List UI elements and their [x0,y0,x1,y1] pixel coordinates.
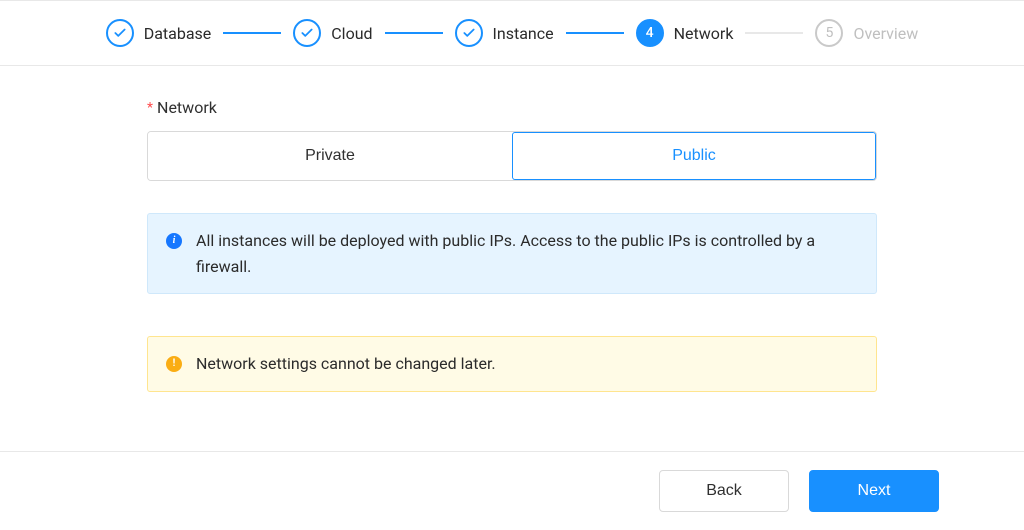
network-type-selector: Private Public [147,131,877,181]
step-label: Cloud [331,24,372,43]
step-label: Database [144,24,212,43]
step-label: Network [674,24,734,43]
step-connector [385,32,443,34]
step-label: Instance [493,24,554,43]
network-field-label: *Network [147,98,877,117]
check-icon [293,19,321,47]
next-button[interactable]: Next [809,470,939,512]
warning-alert: ! Network settings cannot be changed lat… [147,336,877,392]
warning-alert-text: Network settings cannot be changed later… [196,351,496,377]
step-connector [566,32,624,34]
check-icon [455,19,483,47]
step-cloud[interactable]: Cloud [293,19,372,47]
form-content: *Network Private Public i All instances … [147,98,877,392]
step-network[interactable]: 4 Network [636,19,734,47]
stepper-container: Database Cloud Instance 4 Network 5 Over… [0,0,1024,66]
info-icon: i [166,233,182,249]
footer-actions: Back Next [0,451,1024,530]
check-icon [106,19,134,47]
field-label-text: Network [157,98,217,117]
back-button[interactable]: Back [659,470,789,512]
required-indicator: * [147,100,153,116]
step-number-active: 4 [636,19,664,47]
option-public[interactable]: Public [512,132,876,180]
step-overview: 5 Overview [815,19,918,47]
step-number-future: 5 [815,19,843,47]
step-instance[interactable]: Instance [455,19,554,47]
stepper: Database Cloud Instance 4 Network 5 Over… [0,19,1024,47]
warning-icon: ! [166,356,182,372]
option-private[interactable]: Private [148,132,512,180]
step-connector [745,32,803,34]
step-connector [223,32,281,34]
step-database[interactable]: Database [106,19,212,47]
info-alert-text: All instances will be deployed with publ… [196,228,858,279]
info-alert: i All instances will be deployed with pu… [147,213,877,294]
step-label: Overview [853,24,918,43]
